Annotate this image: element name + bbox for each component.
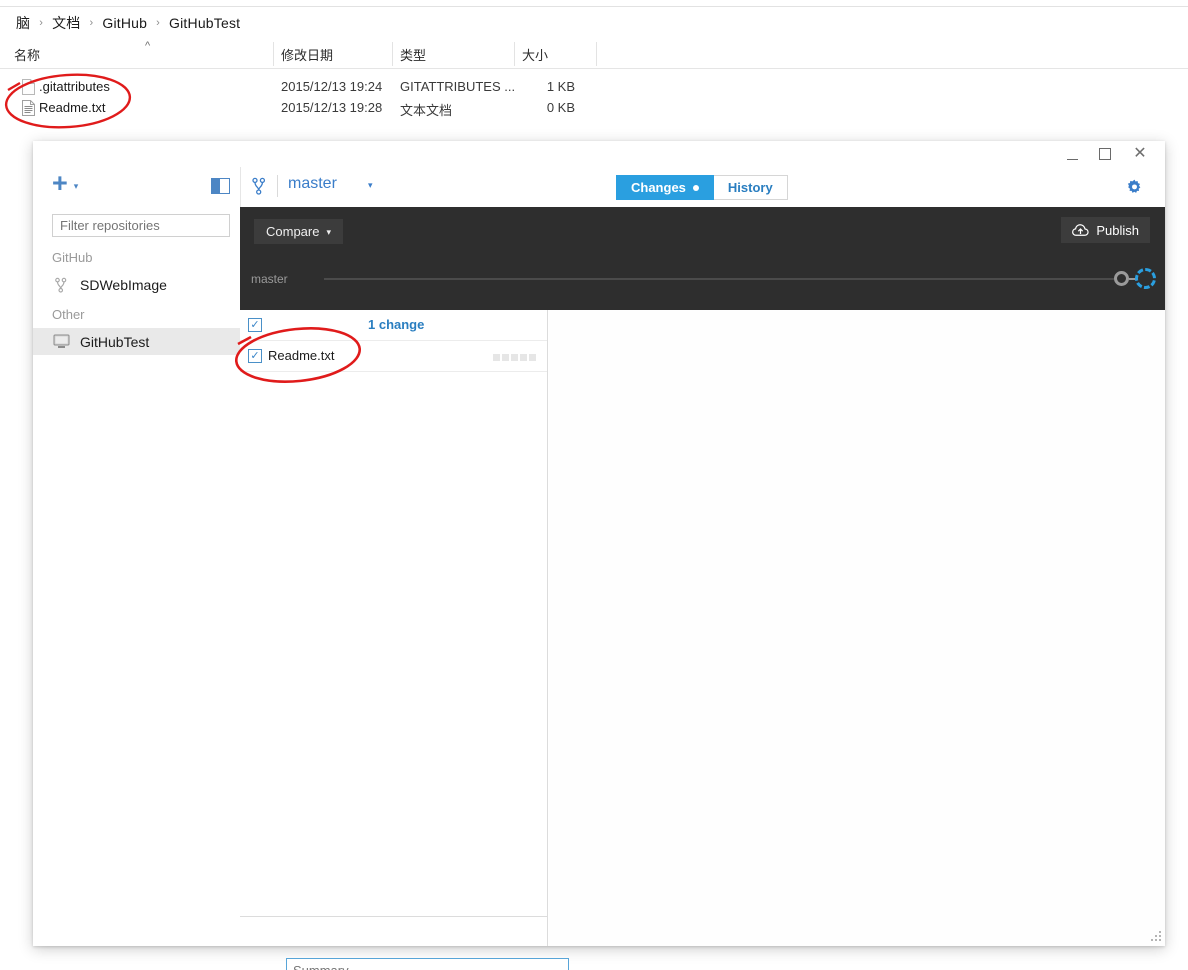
blank-file-icon: [22, 79, 35, 95]
publish-button[interactable]: Publish: [1061, 217, 1150, 243]
tab-changes[interactable]: Changes: [616, 175, 714, 200]
explorer-file-row[interactable]: Readme.txt 2015/12/13 19:28 文本文档 0 KB: [0, 98, 1188, 119]
changed-file-row[interactable]: ✓ Readme.txt: [240, 341, 547, 372]
github-desktop-window: ✕ + ▾ master ▾ Changes History Filter re…: [33, 141, 1165, 970]
breadcrumb-item-0[interactable]: 脑: [14, 13, 32, 33]
file-type: 文本文档: [400, 103, 453, 118]
breadcrumb-item-3[interactable]: GitHubTest: [167, 15, 242, 31]
column-divider[interactable]: [596, 42, 597, 66]
panel-toggle-icon[interactable]: [211, 178, 230, 194]
column-divider[interactable]: [392, 42, 393, 66]
breadcrumb-item-1[interactable]: 文档: [50, 13, 82, 33]
tab-changes-label: Changes: [631, 180, 686, 195]
explorer-file-row[interactable]: .gitattributes 2015/12/13 19:24 GITATTRI…: [0, 77, 1188, 98]
filter-repositories-input[interactable]: [52, 214, 230, 237]
changes-indicator-dot: [692, 184, 699, 191]
sidebar-group-other: Other: [52, 307, 85, 322]
local-repo-icon: [52, 333, 70, 351]
column-divider[interactable]: [514, 42, 515, 66]
check-icon: ✓: [250, 349, 260, 362]
branch-icon: [52, 276, 70, 294]
diff-stat-blocks: [493, 354, 536, 361]
cloud-upload-icon: [1072, 224, 1090, 236]
sidebar-item-label: SDWebImage: [80, 276, 167, 293]
check-icon: ✓: [250, 318, 260, 331]
sidebar-group-github: GitHub: [52, 250, 93, 265]
breadcrumb-separator: ›: [89, 17, 94, 29]
text-file-icon: [22, 100, 35, 116]
branch-graph-commit-node: [1114, 271, 1129, 286]
column-header-size[interactable]: 大小: [522, 45, 548, 64]
select-all-checkbox[interactable]: ✓: [248, 318, 262, 332]
column-header-date[interactable]: 修改日期: [281, 45, 333, 64]
branch-icon: [252, 177, 266, 195]
chevron-down-icon: ▾: [73, 180, 79, 191]
explorer-column-headers: 名称 修改日期 类型 大小: [0, 40, 1188, 69]
commit-summary-input[interactable]: [286, 958, 569, 970]
minimize-button[interactable]: [1057, 141, 1087, 167]
chevron-down-icon[interactable]: ▾: [368, 180, 373, 191]
file-explorer-window: 脑 › 文档 › GitHub › GitHubTest 名称 修改日期 类型 …: [0, 0, 1188, 140]
file-date: 2015/12/13 19:28: [281, 100, 383, 115]
column-header-type[interactable]: 类型: [400, 45, 426, 64]
branch-graph-head-node: [1135, 268, 1156, 289]
changes-list-empty-area: [240, 372, 547, 917]
changed-file-name: Readme.txt: [268, 348, 335, 363]
sidebar-item-sdwebimage[interactable]: SDWebImage: [33, 271, 240, 298]
view-tabs: Changes History: [616, 175, 788, 200]
close-icon: ✕: [1133, 145, 1147, 162]
file-name: .gitattributes: [39, 79, 110, 94]
resize-grip[interactable]: [1150, 931, 1162, 943]
graph-branch-label: master: [251, 272, 288, 286]
changes-header: ✓ 1 change: [240, 310, 547, 341]
sidebar-item-label: GitHubTest: [80, 333, 150, 350]
breadcrumb-separator: ›: [39, 17, 44, 29]
breadcrumb[interactable]: 脑 › 文档 › GitHub › GitHubTest: [14, 12, 242, 34]
compare-button[interactable]: Compare ▾: [254, 219, 343, 244]
diff-pane: [549, 310, 1165, 946]
changes-panel: ✓ 1 change ✓ Readme.txt ✓ Commit to mast…: [240, 310, 569, 970]
minimize-icon: [1066, 158, 1078, 160]
compare-bar: Compare ▾ Publish master: [240, 207, 1165, 310]
tab-history-label: History: [727, 180, 773, 195]
toolbar-divider: [240, 167, 241, 207]
change-count-label: 1 change: [368, 317, 425, 332]
maximize-icon: [1099, 148, 1111, 160]
column-divider[interactable]: [273, 42, 274, 66]
file-size: 1 KB: [546, 79, 575, 94]
breadcrumb-separator: ›: [156, 17, 161, 29]
screen: 脑 › 文档 › GitHub › GitHubTest 名称 修改日期 类型 …: [0, 0, 1188, 970]
file-name: Readme.txt: [39, 100, 106, 115]
explorer-top-divider: [0, 6, 1188, 7]
file-size: 0 KB: [546, 100, 575, 115]
tab-history[interactable]: History: [713, 175, 788, 200]
sidebar-item-githubtest[interactable]: GitHubTest: [33, 328, 240, 355]
sort-ascending-icon: ^: [145, 40, 151, 52]
file-checkbox[interactable]: ✓: [248, 349, 262, 363]
file-type: GITATTRIBUTES ...: [400, 79, 516, 94]
plus-icon: +: [52, 168, 68, 198]
title-bar[interactable]: ✕: [33, 141, 1165, 167]
compare-button-label: Compare: [266, 224, 320, 239]
file-date: 2015/12/13 19:24: [281, 79, 383, 94]
app-toolbar: + ▾ master ▾ Changes History: [33, 167, 1165, 207]
maximize-button[interactable]: [1090, 141, 1120, 167]
current-branch-label[interactable]: master: [288, 175, 337, 193]
chevron-down-icon: ▾: [326, 227, 331, 237]
breadcrumb-item-2[interactable]: GitHub: [100, 15, 149, 31]
repository-sidebar: GitHub SDWebImage Other: [33, 207, 240, 946]
column-header-name[interactable]: 名称: [14, 45, 40, 64]
branch-graph-line: [324, 278, 1114, 280]
gear-icon[interactable]: [1126, 179, 1143, 196]
close-button[interactable]: ✕: [1125, 141, 1155, 167]
add-repository-button[interactable]: + ▾: [52, 168, 79, 198]
publish-button-label: Publish: [1096, 222, 1139, 238]
toolbar-divider: [277, 175, 278, 197]
